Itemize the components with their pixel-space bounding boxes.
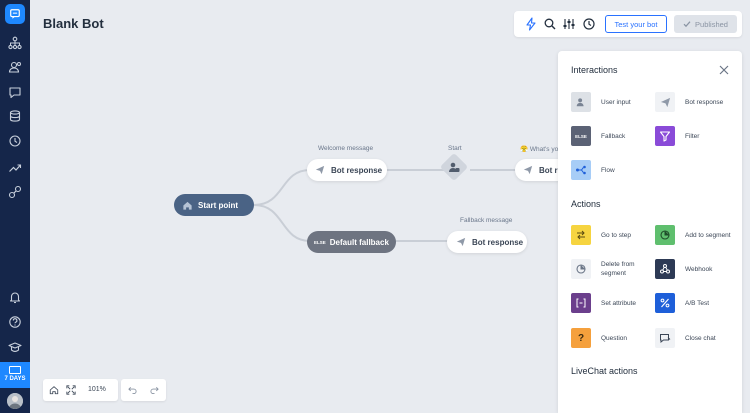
start-point-node[interactable]: Start point [174, 194, 254, 216]
view-controls: 101% [43, 379, 118, 401]
paper-plane-icon [315, 165, 325, 175]
actions-title: Actions [571, 199, 601, 209]
ab-test-icon [655, 293, 675, 313]
livechat-actions-title: LiveChat actions [571, 366, 638, 376]
home-icon [183, 201, 192, 210]
home-icon[interactable] [49, 385, 59, 395]
block-label: Bot response [685, 98, 724, 106]
else-icon: ELSE [571, 126, 591, 146]
goto-icon [571, 225, 591, 245]
else-icon: ELSE [314, 239, 326, 245]
blocks-panel: Interactions User input Bot response ELS… [558, 51, 742, 413]
default-fallback-node[interactable]: ELSE Default fallback [307, 231, 396, 253]
block-label: A/B Test [685, 299, 710, 307]
block-question[interactable]: ? Question [571, 328, 661, 348]
block-label: User input [601, 98, 631, 106]
block-go-to-step[interactable]: Go to step [571, 225, 661, 245]
block-label: Delete from segment [601, 261, 635, 277]
block-ab-test[interactable]: A/B Test [655, 293, 742, 313]
block-webhook[interactable]: Webhook [655, 259, 742, 279]
whats-your-label: 😤 What's yo [520, 146, 559, 153]
block-bot-response[interactable]: Bot response [655, 92, 742, 112]
block-flow[interactable]: Flow [571, 160, 661, 180]
block-add-to-segment[interactable]: Add to segment [655, 225, 742, 245]
block-label: Close chat [685, 334, 716, 342]
zoom-level[interactable]: 101% [88, 386, 106, 393]
webhook-icon [655, 259, 675, 279]
block-label: Go to step [601, 231, 631, 239]
filter-icon [655, 126, 675, 146]
start-label: Start [448, 145, 462, 152]
block-label: Webhook [685, 265, 713, 273]
question-icon: ? [571, 328, 591, 348]
block-label: Flow [601, 166, 615, 174]
close-chat-icon [655, 328, 675, 348]
block-label: Filter [685, 132, 700, 140]
segment-delete-icon [571, 259, 591, 279]
history-controls [121, 379, 166, 401]
redo-icon[interactable] [150, 386, 159, 394]
user-input-icon [449, 162, 460, 172]
block-label: Set attribute [601, 299, 637, 307]
block-label: Fallback [601, 132, 626, 140]
block-label: Question [601, 334, 628, 342]
fallback-bot-response-label: Bot response [472, 237, 524, 247]
interactions-title: Interactions [571, 65, 618, 75]
block-user-input[interactable]: User input [571, 92, 661, 112]
close-icon[interactable] [718, 64, 730, 76]
attribute-icon [571, 293, 591, 313]
undo-icon[interactable] [128, 386, 137, 394]
flow-icon [571, 160, 591, 180]
default-fallback-label: Default fallback [329, 237, 389, 247]
user-input-icon [571, 92, 591, 112]
paper-plane-icon [523, 165, 533, 175]
paper-plane-icon [655, 92, 675, 112]
block-filter[interactable]: Filter [655, 126, 742, 146]
bot-response-label: Bot response [331, 165, 383, 175]
block-fallback[interactable]: ELSE Fallback [571, 126, 661, 146]
fit-screen-icon[interactable] [66, 385, 76, 395]
block-label: Add to segment [685, 231, 731, 239]
block-close-chat[interactable]: Close chat [655, 328, 742, 348]
block-set-attribute[interactable]: Set attribute [571, 293, 661, 313]
welcome-message-label: Welcome message [318, 145, 374, 152]
paper-plane-icon [456, 237, 466, 247]
bot-response-node[interactable]: Bot response [307, 159, 387, 181]
start-point-label: Start point [198, 200, 238, 210]
fallback-bot-response-node[interactable]: Bot response [447, 231, 527, 253]
block-delete-from-segment[interactable]: Delete from segment [571, 259, 661, 279]
fallback-message-label: Fallback message [460, 217, 513, 224]
segment-add-icon [655, 225, 675, 245]
